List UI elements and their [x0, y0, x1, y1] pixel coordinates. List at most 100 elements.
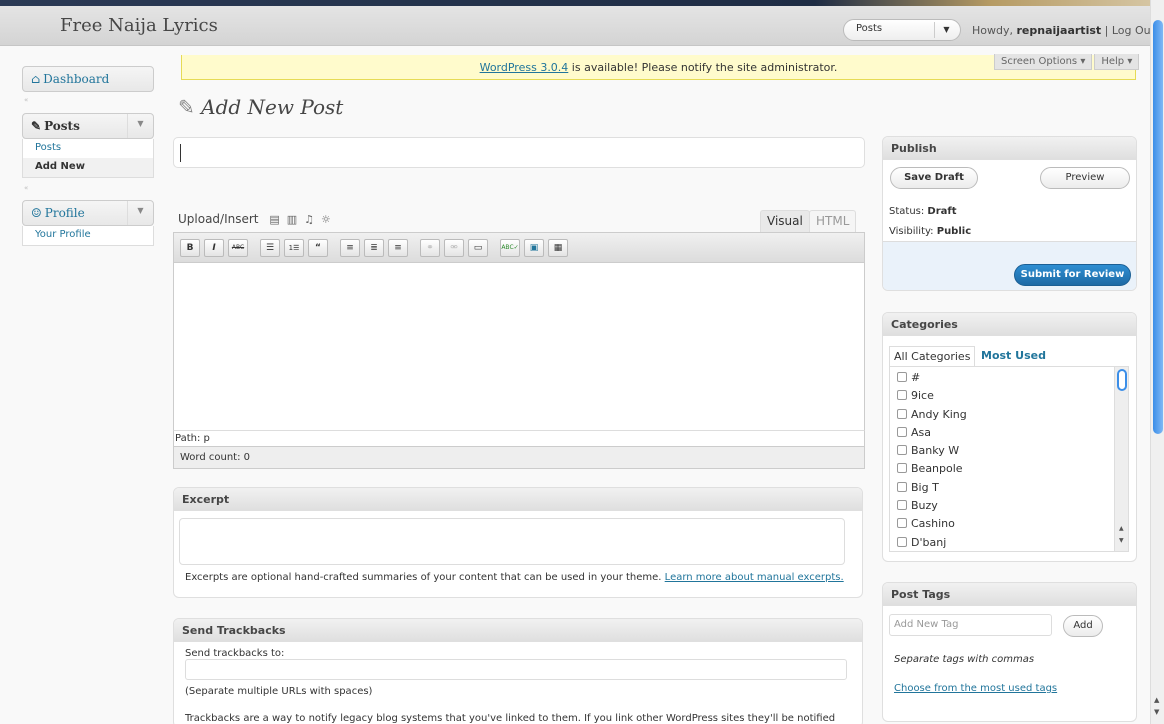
tags-hint: Separate tags with commas — [894, 654, 1035, 665]
save-draft-button[interactable]: Save Draft — [890, 167, 978, 189]
add-image-icon[interactable]: ▤ — [269, 213, 279, 226]
screen-meta-tabs: Screen Options ▾ Help ▾ — [992, 54, 1140, 70]
align-center-button[interactable]: ≣ — [364, 239, 384, 257]
blockquote-button[interactable]: “ — [308, 239, 328, 257]
checkbox[interactable] — [897, 463, 907, 474]
strikethrough-button[interactable]: ABC — [228, 239, 248, 257]
publish-title[interactable]: Publish — [883, 137, 1136, 160]
scroll-down-icon[interactable]: ▼ — [1154, 708, 1159, 716]
sidebar-subitem-posts[interactable]: Posts — [23, 139, 153, 158]
scroll-up-icon[interactable]: ▲ — [1119, 525, 1124, 532]
excerpt-help-link[interactable]: Learn more about manual excerpts. — [665, 572, 844, 583]
screen-options-tab[interactable]: Screen Options ▾ — [994, 54, 1093, 70]
trackbacks-box: Send Trackbacks Send trackbacks to: (Sep… — [173, 618, 863, 724]
sidebar-item-dashboard[interactable]: ⌂ Dashboard — [22, 66, 154, 92]
category-item[interactable]: Andy King — [890, 408, 1128, 426]
unlink-button[interactable]: ⚮ — [444, 239, 464, 257]
scroll-up-icon[interactable]: ▲ — [1154, 696, 1159, 704]
sidebar-subitem-add-new[interactable]: Add New — [23, 158, 153, 177]
checkbox[interactable] — [897, 518, 907, 529]
excerpt-title[interactable]: Excerpt — [174, 488, 862, 511]
category-item[interactable]: Asa — [890, 426, 1128, 444]
users-icon: ☺ — [31, 206, 42, 220]
preview-button[interactable]: Preview — [1040, 167, 1130, 189]
logout-link[interactable]: Log Out — [1112, 24, 1155, 37]
sidebar-item-posts[interactable]: ✎ Posts ▼ — [22, 113, 154, 139]
trackbacks-title[interactable]: Send Trackbacks — [174, 619, 862, 642]
submit-for-review-button[interactable]: Submit for Review — [1014, 264, 1131, 286]
excerpt-box: Excerpt Excerpts are optional hand-craft… — [173, 487, 863, 598]
category-item[interactable]: # — [890, 371, 1128, 389]
add-media-icon[interactable]: ☼ — [321, 213, 331, 226]
align-left-button[interactable]: ≡ — [340, 239, 360, 257]
align-right-button[interactable]: ≡ — [388, 239, 408, 257]
help-tab[interactable]: Help ▾ — [1094, 54, 1140, 70]
chevron-down-icon[interactable]: ▼ — [934, 22, 958, 38]
add-tag-button[interactable]: Add — [1063, 615, 1103, 637]
checkbox[interactable] — [897, 500, 907, 511]
checkbox[interactable] — [897, 536, 907, 547]
tab-all-categories[interactable]: All Categories — [889, 346, 976, 366]
category-item[interactable]: Banky W — [890, 444, 1128, 462]
category-item[interactable]: Buzy — [890, 499, 1128, 517]
post-title-input[interactable] — [173, 137, 865, 168]
menu-separator-icon: « — [24, 184, 29, 192]
post-tags-box: Post Tags Add New Tag Add Separate tags … — [882, 582, 1137, 722]
excerpt-textarea[interactable] — [179, 518, 845, 565]
checkbox[interactable] — [897, 481, 907, 492]
site-title[interactable]: Free Naija Lyrics — [60, 15, 218, 36]
page-scrollbar[interactable]: ▲ ▼ — [1150, 0, 1164, 724]
post-status: Status: Draft — [889, 206, 957, 217]
editor-path: Path: p — [173, 430, 865, 447]
post-content-editor[interactable] — [173, 263, 865, 430]
excerpt-note: Excerpts are optional hand-crafted summa… — [185, 572, 844, 583]
category-item[interactable]: D'banj — [890, 536, 1128, 551]
category-item[interactable]: Big T — [890, 481, 1128, 499]
trackbacks-hint: (Separate multiple URLs with spaces) — [185, 686, 373, 697]
add-audio-icon[interactable]: ♫ — [304, 213, 314, 226]
checkbox[interactable] — [897, 372, 907, 382]
username-link[interactable]: repnaijaartist — [1016, 24, 1101, 37]
category-scrollbar[interactable]: ▲ ▼ — [1114, 367, 1128, 551]
favorites-dropdown[interactable]: Posts ▼ — [843, 19, 961, 41]
spellcheck-button[interactable]: ABC✓ — [500, 239, 520, 257]
fullscreen-button[interactable]: ▣ — [524, 239, 544, 257]
home-icon: ⌂ — [31, 72, 41, 86]
most-used-tags-link[interactable]: Choose from the most used tags — [894, 683, 1057, 694]
checkbox[interactable] — [897, 408, 907, 419]
tab-most-used[interactable]: Most Used — [977, 346, 1050, 365]
category-item[interactable]: Cashino — [890, 517, 1128, 535]
bold-button[interactable]: B — [180, 239, 200, 257]
post-tags-title[interactable]: Post Tags — [883, 583, 1136, 606]
category-item[interactable]: Beanpole — [890, 462, 1128, 480]
chevron-down-icon[interactable]: ▼ — [127, 201, 153, 225]
scrollbar-thumb[interactable] — [1153, 20, 1163, 434]
chevron-down-icon[interactable]: ▼ — [127, 114, 153, 138]
scrollbar-thumb[interactable] — [1117, 369, 1127, 391]
scroll-down-icon[interactable]: ▼ — [1119, 537, 1124, 544]
link-button[interactable]: ⚭ — [420, 239, 440, 257]
update-link[interactable]: WordPress 3.0.4 — [480, 61, 569, 74]
trackbacks-input[interactable] — [185, 659, 847, 680]
categories-title[interactable]: Categories — [883, 313, 1136, 336]
more-tag-button[interactable]: ▭ — [468, 239, 488, 257]
categories-box: Categories All Categories Most Used # 9i… — [882, 312, 1137, 562]
kitchen-sink-button[interactable]: ▦ — [548, 239, 568, 257]
italic-button[interactable]: I — [204, 239, 224, 257]
checkbox[interactable] — [897, 445, 907, 456]
text-caret — [180, 144, 181, 162]
tab-visual[interactable]: Visual — [760, 210, 810, 232]
category-item[interactable]: 9ice — [890, 389, 1128, 407]
numbered-list-button[interactable]: 1☰ — [284, 239, 304, 257]
checkbox[interactable] — [897, 426, 907, 437]
tab-html[interactable]: HTML — [809, 210, 857, 232]
new-tag-input[interactable]: Add New Tag — [889, 614, 1052, 636]
favorites-selected: Posts — [856, 23, 883, 34]
sidebar-subitem-your-profile[interactable]: Your Profile — [23, 226, 153, 245]
sidebar-item-profile[interactable]: ☺ Profile ▼ — [22, 200, 154, 226]
checkbox[interactable] — [897, 390, 907, 401]
add-video-icon[interactable]: ▥ — [287, 213, 297, 226]
page-title: ✎ Add New Post — [178, 95, 344, 119]
category-checklist: # 9ice Andy King Asa Banky W Beanpole Bi… — [889, 366, 1129, 552]
bullet-list-button[interactable]: ☰ — [260, 239, 280, 257]
